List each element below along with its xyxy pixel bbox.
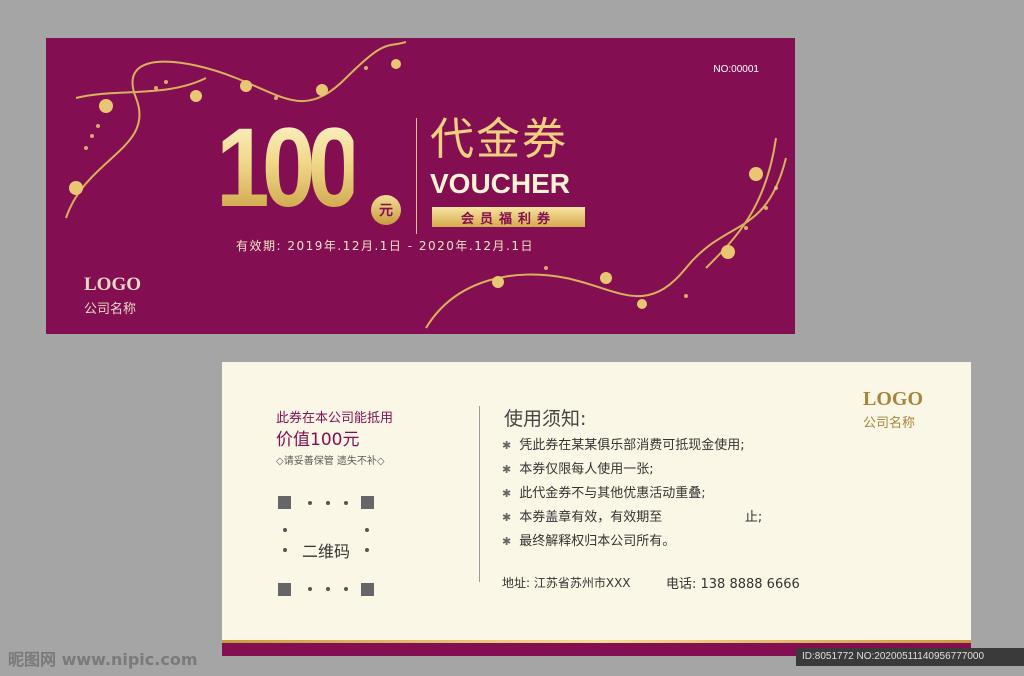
- voucher-number: NO:00001: [713, 64, 759, 75]
- phone: 电话: 138 8888 6666: [666, 577, 800, 592]
- rule-item: ✱ 此代金券不与其他优惠活动重叠;: [502, 486, 706, 501]
- qr-dot: [308, 587, 312, 591]
- yuan-badge: 元: [371, 195, 401, 225]
- star-icon: ✱: [502, 439, 512, 452]
- voucher-amount: 100: [216, 105, 361, 230]
- back-divider: [479, 406, 480, 582]
- deduct-text: 此券在本公司能抵用: [276, 411, 394, 426]
- qr-dot: [344, 501, 348, 505]
- star-icon: ✱: [502, 487, 512, 500]
- address: 地址: 江苏省苏州市XXX: [502, 576, 631, 590]
- star-icon: ✱: [502, 511, 512, 524]
- qr-dot: [344, 587, 348, 591]
- back-company-name: 公司名称: [863, 416, 916, 431]
- rule-item: ✱ 本券盖章有效，有效期至 止;: [502, 510, 763, 525]
- front-company-name: 公司名称: [84, 302, 137, 317]
- qr-dot: [326, 501, 330, 505]
- qr-corner-icon: [361, 496, 374, 509]
- voucher-back: 此券在本公司能抵用 价值100元 ◇请妥善保管 遗失不补◇ 二维码 使用须知: …: [222, 362, 971, 656]
- qr-dot: [326, 587, 330, 591]
- validity-period: 有效期: 2019年.12月.1日 - 2020年.12月.1日: [236, 239, 534, 253]
- watermark: 昵图网 www.nipic.com: [8, 650, 198, 669]
- qr-dot: [283, 528, 287, 532]
- rule-item: ✱ 凭此券在某某俱乐部消费可抵现金使用;: [502, 438, 745, 453]
- rule-item: ✱ 本券仅限每人使用一张;: [502, 462, 654, 477]
- qr-label: 二维码: [301, 542, 350, 561]
- keep-notice: ◇请妥善保管 遗失不补◇: [276, 456, 385, 467]
- qr-corner-icon: [361, 583, 374, 596]
- voucher-title-cn: 代金券: [430, 114, 568, 165]
- back-logo: LOGO: [863, 388, 924, 410]
- voucher-title-en: VOUCHER: [430, 168, 571, 199]
- gold-vine-decoration: [65, 41, 787, 329]
- qr-dot: [308, 501, 312, 505]
- qr-dot: [365, 528, 369, 532]
- worth-text: 价值100元: [276, 430, 360, 450]
- qr-corner-icon: [278, 496, 291, 509]
- star-icon: ✱: [502, 463, 512, 476]
- usage-rules: ✱ 凭此券在某某俱乐部消费可抵现金使用; ✱ 本券仅限每人使用一张; ✱ 此代金券不与…: [502, 434, 762, 554]
- qr-code-placeholder: 二维码: [278, 496, 374, 596]
- member-benefit-badge: 会员福利券: [432, 207, 585, 227]
- voucher-front: NO:00001 100 元 代金券 VOUCHER 会员福利券 有效期: 20…: [46, 38, 795, 334]
- title-divider: [416, 118, 417, 234]
- notice-title: 使用须知:: [504, 408, 587, 430]
- star-icon: ✱: [502, 535, 512, 548]
- image-id-strip: ID:8051772 NO:20200511140956777000: [796, 648, 1024, 666]
- front-logo: LOGO: [84, 274, 142, 295]
- qr-corner-icon: [278, 583, 291, 596]
- rule-item: ✱ 最终解释权归本公司所有。: [502, 534, 676, 549]
